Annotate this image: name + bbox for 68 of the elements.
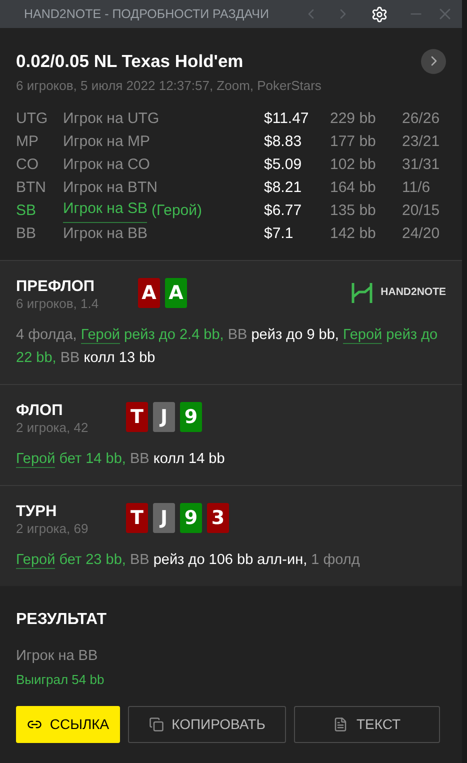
settings-icon[interactable] [371, 6, 388, 22]
copy-button[interactable]: КОПИРОВАТЬ [128, 706, 286, 743]
stack-amount: $8.21 [264, 178, 303, 198]
stack-amount: $8.83 [264, 132, 303, 152]
action-summary: 4 фолда, Герой рейз до 2.4 bb, BB рейз до 9 bb, Герой рейз до 22 bb, BB колл 13 bb [16, 326, 439, 368]
result-title: РЕЗУЛЬТАТ [16, 610, 108, 630]
next-button[interactable] [421, 48, 446, 74]
action-summary: Герой бет 23 bb, BB рейз до 106 bb алл-ин, 1 фолд [16, 550, 361, 571]
playing-card: 9 [180, 402, 202, 432]
street-name: ТУРН [16, 502, 58, 521]
hero-tag: (Герой) [151, 200, 202, 222]
stack-amount: $7.1 [264, 224, 294, 244]
logo-icon [350, 282, 373, 304]
stack-amount: $6.77 [264, 201, 303, 221]
position-label: MP [16, 132, 40, 152]
action-summary: Герой бет 14 bb, BB колл 14 bb [16, 450, 226, 470]
hero-link[interactable]: Герой [16, 552, 56, 569]
playing-card: J [153, 402, 175, 432]
street-info: 2 игрока, 42 [16, 420, 90, 436]
result-outcome: Выиграл 54 bb [16, 670, 106, 689]
street-info: 2 игрока, 69 [16, 520, 90, 537]
playing-card: A [165, 278, 187, 308]
hero-link[interactable]: Герой [80, 326, 120, 344]
logo-text: HAND2NOTE [380, 284, 446, 300]
document-icon [333, 717, 348, 732]
player-name: Игрок на CO [63, 155, 150, 175]
player-name: Игрок на BB [63, 224, 148, 244]
playing-card: A [138, 278, 160, 308]
player-stats: 24/20 [402, 224, 440, 244]
position-label: BB [16, 224, 38, 244]
playing-card: T [126, 502, 148, 533]
position-label: CO [16, 155, 40, 175]
street-name: ФЛОП [16, 402, 64, 420]
player-name: Игрок на MP [63, 132, 150, 152]
playing-card: T [126, 402, 148, 432]
position-label: BTN [16, 178, 47, 198]
player-stats: 31/31 [402, 155, 440, 175]
player-stats: 20/15 [402, 201, 440, 221]
hero-link[interactable]: Герой [342, 326, 382, 344]
result-player: Игрок на BB [16, 646, 99, 666]
player-name[interactable]: Игрок на SB [63, 200, 148, 222]
stack-bb: 102 bb [330, 155, 377, 175]
game-subtitle: 6 игроков, 5 июля 2022 12:37:57, Zoom, PokerStars [16, 77, 322, 96]
street-info: 6 игроков, 1.4 [16, 296, 100, 312]
window-title: HAND2NOTE - ПОДРОБНОСТИ РАЗДАЧИ [24, 6, 270, 23]
stack-amount: $5.09 [264, 155, 303, 175]
stack-bb: 164 bb [330, 178, 377, 198]
stack-bb: 135 bb [330, 201, 377, 221]
game-title: 0.02/0.05 NL Texas Hold'em [16, 50, 244, 73]
player-stats: 26/26 [402, 109, 440, 129]
stack-bb: 229 bb [330, 109, 377, 129]
stack-bb: 142 bb [330, 224, 377, 244]
link-button[interactable]: ССЫЛКА [16, 706, 120, 743]
position-label: SB [16, 201, 38, 221]
player-name: Игрок на BTN [63, 178, 158, 198]
player-name: Игрок на UTG [63, 109, 160, 129]
playing-card: J [153, 502, 175, 533]
position-label: UTG [16, 109, 49, 129]
text-button[interactable]: ТЕКСТ [294, 706, 440, 743]
playing-card: 9 [180, 502, 202, 533]
hero-link[interactable]: Герой [16, 450, 56, 468]
copy-icon [148, 717, 164, 732]
street-name: ПРЕФЛОП [16, 278, 96, 296]
stack-bb: 177 bb [330, 132, 377, 152]
playing-card: 3 [207, 502, 229, 533]
stack-amount: $11.47 [264, 109, 310, 129]
player-stats: 23/21 [402, 132, 440, 152]
player-stats: 11/6 [402, 178, 430, 198]
